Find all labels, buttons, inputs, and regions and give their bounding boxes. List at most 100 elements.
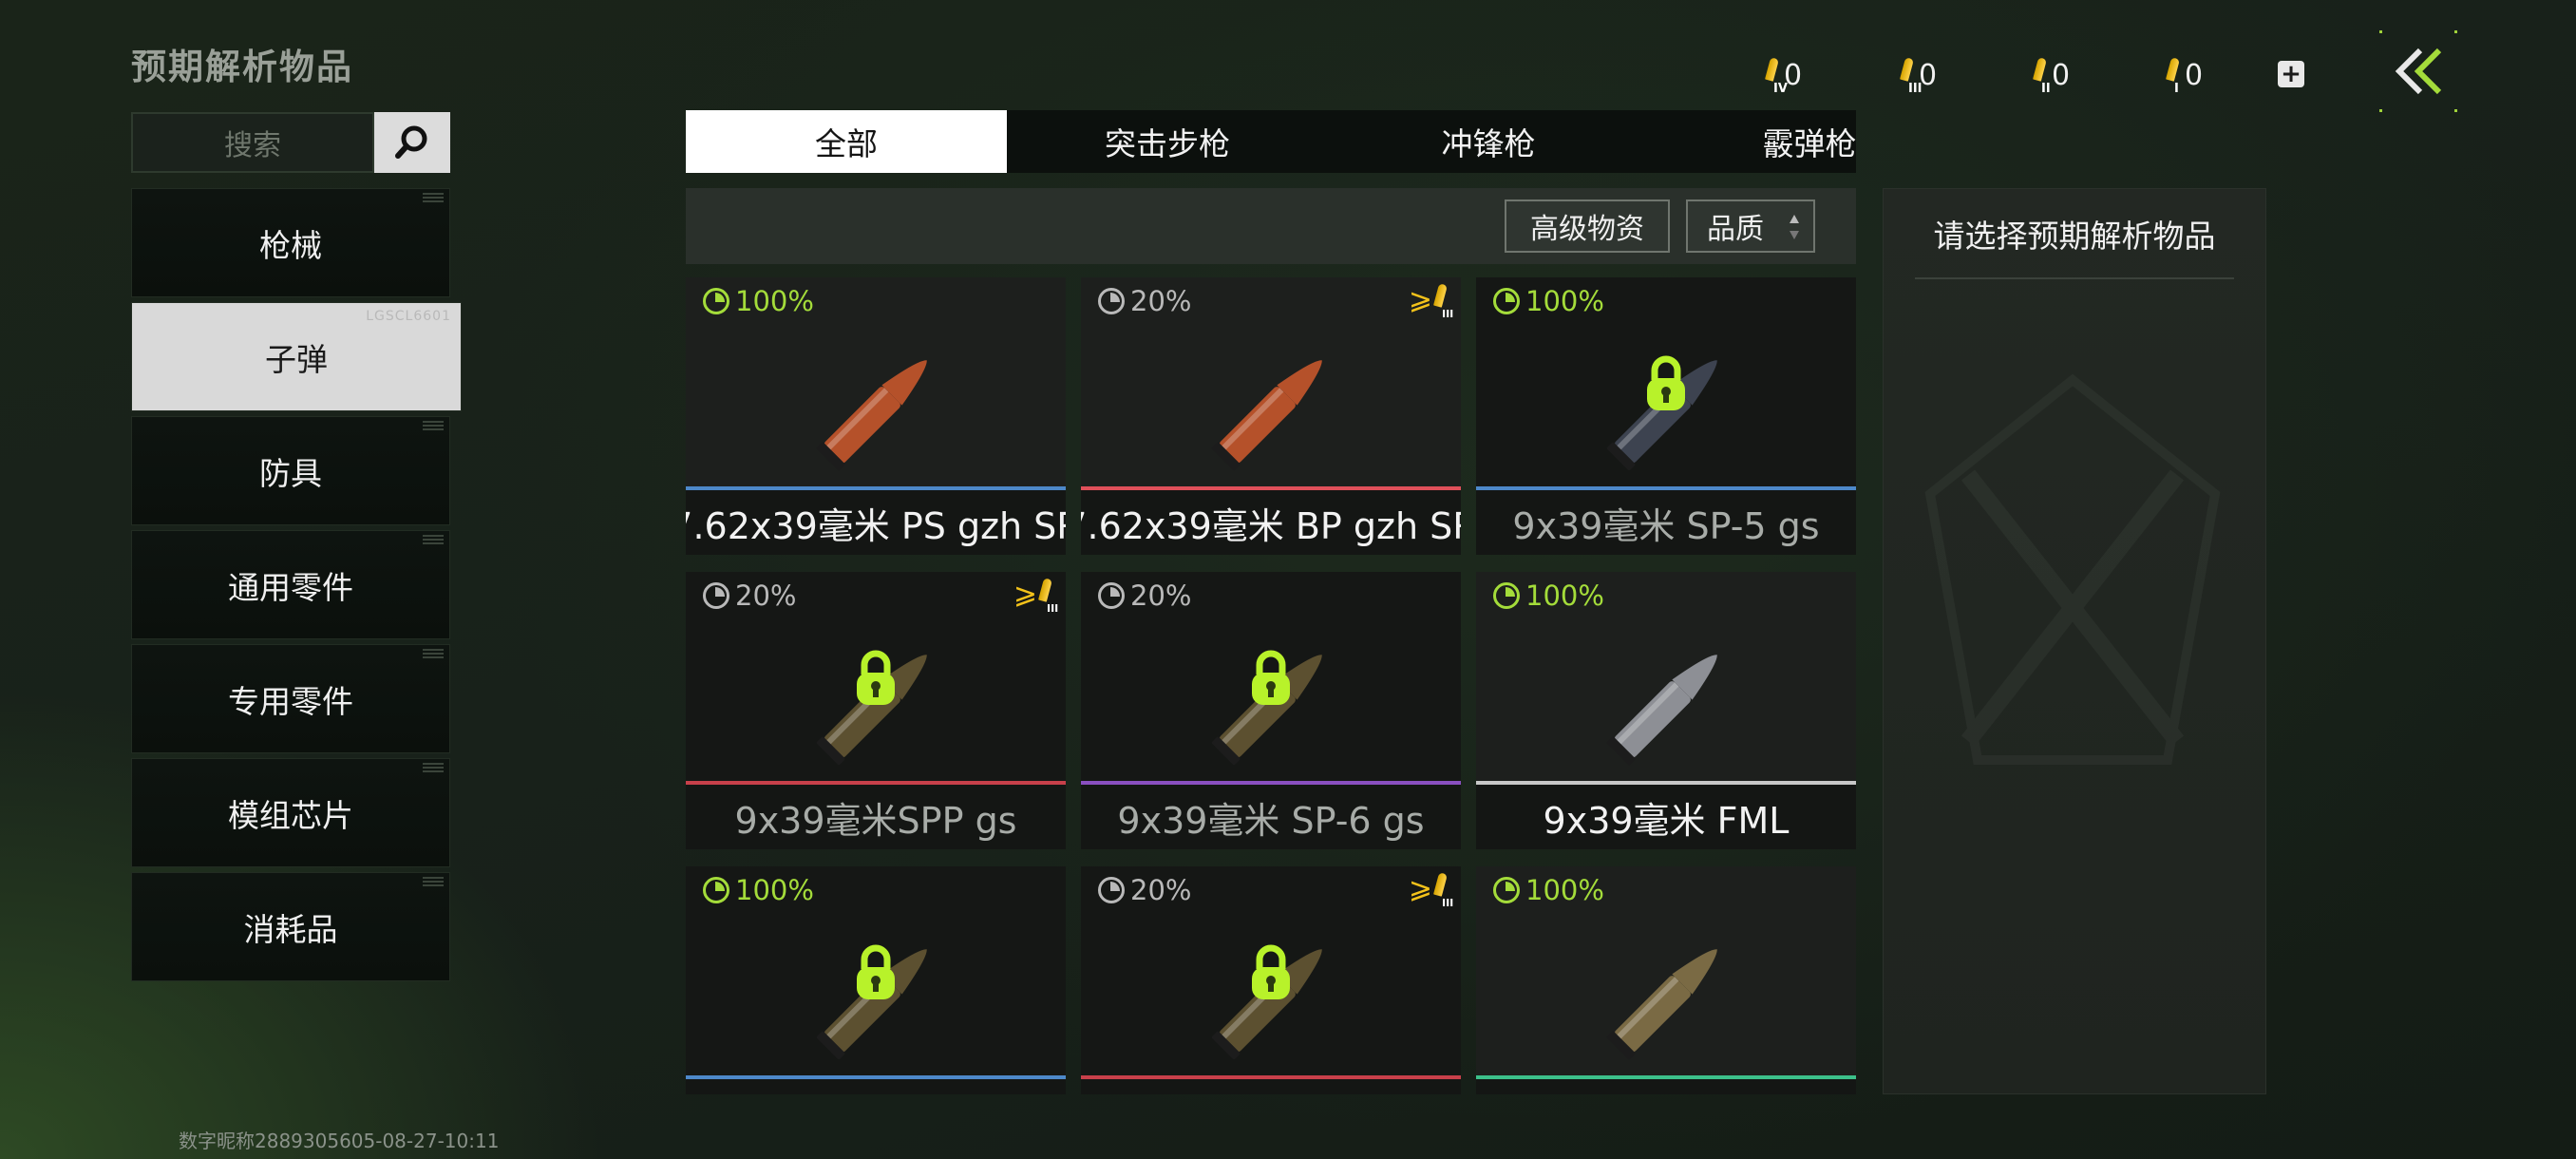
advanced-supplies-button[interactable]: 高级物资 xyxy=(1505,200,1670,253)
category-tabs: 全部 突击步枪 冲锋枪 霰弹枪 xyxy=(686,110,1856,173)
greater-equal-icon: ⩾ xyxy=(1408,283,1432,316)
back-button[interactable] xyxy=(2379,30,2457,112)
category-item[interactable]: 专用零件 xyxy=(131,644,450,753)
parse-progress: 20% xyxy=(1098,285,1191,317)
currency-level: I xyxy=(2174,82,2179,96)
bullet-image xyxy=(1606,655,1717,766)
quality-sort-button[interactable]: 品质 xyxy=(1686,200,1815,253)
progress-clock-icon xyxy=(1098,288,1125,314)
progress-value: 100% xyxy=(1525,285,1604,317)
tab-item[interactable]: 全部 xyxy=(686,110,1007,173)
category-item[interactable]: 模组芯片 xyxy=(131,758,450,867)
category-label: 消耗品 xyxy=(243,910,338,948)
parse-progress: 20% xyxy=(703,580,796,612)
progress-clock-icon xyxy=(703,877,729,903)
tab-item[interactable]: 霰弹枪 xyxy=(1649,110,1857,173)
lock-icon xyxy=(857,944,895,999)
item-name xyxy=(1476,1079,1856,1094)
item-card[interactable]: 100% xyxy=(1476,866,1856,1094)
item-name: 7.62x39毫米 PS gzh SR xyxy=(686,490,1066,555)
item-card[interactable]: 20% ⩾ III 9x39毫米SPP gs xyxy=(686,572,1066,849)
item-card[interactable]: 100% 9x39毫米 SP-5 gs xyxy=(1476,277,1856,555)
bullet-level-icon: III xyxy=(1039,579,1058,615)
category-label: 防具 xyxy=(259,454,322,492)
progress-value: 20% xyxy=(735,580,797,612)
required-level: III xyxy=(1442,307,1454,320)
bullet-image xyxy=(1606,949,1717,1060)
currency-level: III xyxy=(1908,82,1923,96)
progress-clock-icon xyxy=(1098,582,1125,609)
progress-clock-icon xyxy=(1493,288,1520,314)
category-label: 通用零件 xyxy=(228,568,353,606)
search-icon xyxy=(395,125,427,159)
parse-progress: 20% xyxy=(1098,580,1191,612)
bullet-level-icon: III xyxy=(1434,873,1453,909)
category-label: 专用零件 xyxy=(228,682,353,720)
menu-lines-icon xyxy=(423,421,444,432)
requirement-badge: ⩾ III xyxy=(1013,578,1058,615)
detail-divider xyxy=(1915,277,2234,279)
category-label: 模组芯片 xyxy=(228,796,353,834)
tab-item[interactable]: 突击步枪 xyxy=(1007,110,1328,173)
progress-clock-icon xyxy=(703,288,729,314)
lock-icon xyxy=(1252,650,1290,705)
item-card[interactable]: 100% 7.62x39毫米 PS gzh SR xyxy=(686,277,1066,555)
menu-lines-icon xyxy=(423,877,444,888)
progress-value: 20% xyxy=(1130,580,1192,612)
currency-counter: I0 xyxy=(2166,53,2203,97)
item-name: 9x39毫米 SP-6 gs xyxy=(1081,785,1461,849)
item-name: 9x39毫米 SP-5 gs xyxy=(1476,490,1856,555)
search-button[interactable] xyxy=(374,112,450,173)
greater-equal-icon: ⩾ xyxy=(1408,872,1432,905)
bullet-iii-icon: III xyxy=(1900,56,1923,96)
menu-lines-icon xyxy=(423,649,444,660)
add-currency-button[interactable]: + xyxy=(2278,61,2304,87)
category-item[interactable]: 通用零件 xyxy=(131,530,450,639)
category-label: 子弹 xyxy=(265,340,328,378)
bullet-image xyxy=(1211,360,1322,471)
menu-lines-icon xyxy=(423,763,444,774)
category-item[interactable]: 防具 xyxy=(131,416,450,525)
sort-arrows-icon xyxy=(1790,215,1799,239)
item-name: 7.62x39毫米 BP gzh SR xyxy=(1081,490,1461,555)
item-name: 9x39毫米 FML xyxy=(1476,785,1856,849)
currency-counter: III 0 xyxy=(1900,53,1937,97)
tab-item[interactable]: 冲锋枪 xyxy=(1328,110,1649,173)
detail-placeholder-title: 请选择预期解析物品 xyxy=(1933,218,2216,255)
bullet-i-icon: I xyxy=(2166,56,2181,96)
parse-progress: 100% xyxy=(1493,285,1604,317)
progress-value: 100% xyxy=(1525,874,1604,906)
item-card[interactable]: 20% ⩾ III 7.62x39毫米 BP gzh SR xyxy=(1081,277,1461,555)
progress-clock-icon xyxy=(1098,877,1125,903)
item-card[interactable]: 100% 9x39毫米 FML xyxy=(1476,572,1856,849)
requirement-badge: ⩾ III xyxy=(1408,283,1453,320)
filter-bar xyxy=(686,188,1856,264)
parse-progress: 100% xyxy=(1493,874,1604,906)
item-card[interactable]: 20% 9x39毫米 SP-6 gs xyxy=(1081,572,1461,849)
category-item[interactable]: 子弹 LGSCL6601 xyxy=(131,302,462,411)
double-chevron-left-icon xyxy=(2395,48,2442,95)
greater-equal-icon: ⩾ xyxy=(1013,578,1037,611)
currency-counter: IV 0 xyxy=(1765,53,1802,97)
currency-counter: II 0 xyxy=(2033,53,2070,97)
progress-clock-icon xyxy=(703,582,729,609)
lock-icon xyxy=(1252,944,1290,999)
category-item[interactable]: 消耗品 xyxy=(131,872,450,981)
item-name xyxy=(1081,1079,1461,1094)
progress-clock-icon xyxy=(1493,582,1520,609)
page-title: 预期解析物品 xyxy=(131,47,353,87)
progress-value: 100% xyxy=(1525,580,1604,612)
parse-progress: 20% xyxy=(1098,874,1191,906)
bullet-iv-icon: IV xyxy=(1765,56,1788,96)
bullet-level-icon: III xyxy=(1434,284,1453,320)
item-card[interactable]: 20% ⩾ III xyxy=(1081,866,1461,1094)
quality-sort-label: 品质 xyxy=(1707,213,1764,246)
currency-level: IV xyxy=(1773,82,1788,96)
item-name: 9x39毫米SPP gs xyxy=(686,785,1066,849)
search-input[interactable]: 搜索 xyxy=(131,112,374,173)
category-item[interactable]: 枪械 xyxy=(131,188,450,297)
user-id-watermark: 数字昵称2889305605-08-27-10:11 xyxy=(179,1130,500,1152)
item-card[interactable]: 100% xyxy=(686,866,1066,1094)
required-level: III xyxy=(1442,896,1454,909)
required-level: III xyxy=(1047,601,1059,615)
